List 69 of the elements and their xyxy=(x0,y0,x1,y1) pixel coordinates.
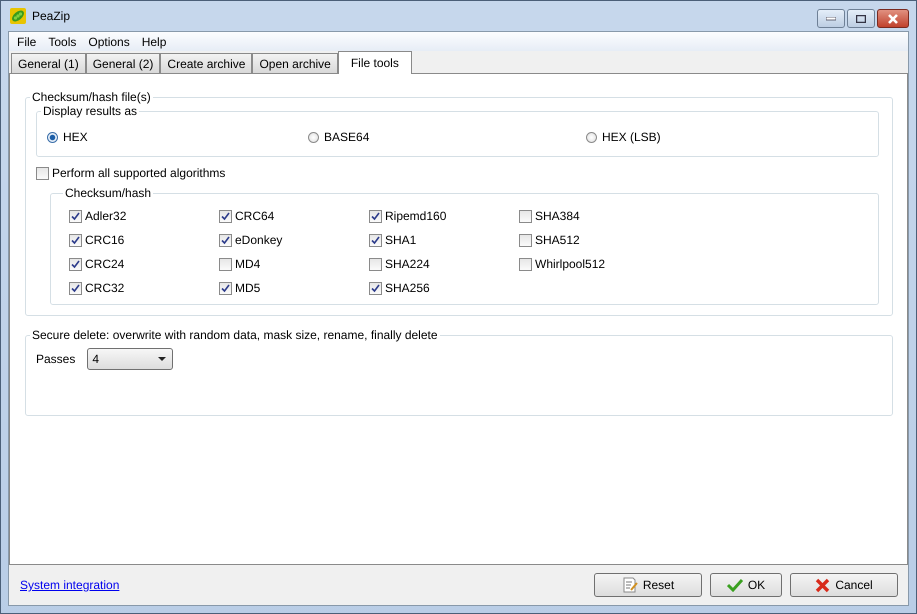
checkbox-label: CRC32 xyxy=(85,281,124,295)
checkbox-label: SHA1 xyxy=(385,233,416,247)
radio-label: HEX (LSB) xyxy=(602,130,661,144)
group-title: Secure delete: overwrite with random data, mask size, rename, finally delete xyxy=(31,328,439,342)
radio-button[interactable] xyxy=(308,132,319,142)
close-button[interactable] xyxy=(877,9,909,28)
cancel-button[interactable]: Cancel xyxy=(790,573,898,597)
tab[interactable]: Create archive xyxy=(160,53,252,73)
group-title: Checksum/hash xyxy=(64,186,152,200)
app-icon xyxy=(10,8,26,24)
checkbox[interactable] xyxy=(219,210,232,222)
minimize-icon xyxy=(826,16,836,20)
tab[interactable]: File tools xyxy=(338,51,412,74)
checkbox[interactable] xyxy=(519,234,532,246)
checkbox-label: Adler32 xyxy=(85,209,126,223)
checkbox-label: SHA256 xyxy=(385,281,430,295)
checkbox-label: Whirlpool512 xyxy=(535,257,606,271)
minimize-button[interactable] xyxy=(817,9,845,28)
group-title: Checksum/hash file(s) xyxy=(31,90,152,104)
checkbox-label: Ripemd160 xyxy=(385,209,446,223)
checkbox[interactable] xyxy=(36,166,49,180)
checkbox-label: CRC16 xyxy=(85,233,124,247)
checkbox[interactable] xyxy=(69,258,82,270)
maximize-button[interactable] xyxy=(847,9,875,28)
menu-item[interactable]: Options xyxy=(82,34,136,48)
checkbox-label: MD4 xyxy=(235,257,260,271)
checkmark-icon xyxy=(726,578,743,592)
checkbox[interactable] xyxy=(369,282,382,294)
tab[interactable]: Open archive xyxy=(252,53,338,73)
tab[interactable]: General (2) xyxy=(86,53,160,73)
checkbox-label: MD5 xyxy=(235,281,260,295)
radio-button[interactable] xyxy=(47,132,58,142)
system-integration-link[interactable]: System integration xyxy=(20,578,120,592)
checkbox-label: CRC64 xyxy=(235,209,274,223)
passes-dropdown[interactable]: 4 xyxy=(87,348,174,370)
checkbox[interactable] xyxy=(519,258,532,270)
tab[interactable]: General (1) xyxy=(11,53,86,73)
checkbox-label: eDonkey xyxy=(235,233,282,247)
menu-item[interactable]: Tools xyxy=(42,34,82,48)
checkbox[interactable] xyxy=(219,234,232,246)
checkbox[interactable] xyxy=(69,234,82,246)
checkbox[interactable] xyxy=(519,210,532,222)
checkbox[interactable] xyxy=(369,210,382,222)
menu-item[interactable]: Help xyxy=(136,34,172,48)
ok-button[interactable]: OK xyxy=(710,573,782,597)
close-icon xyxy=(887,14,899,24)
maximize-icon xyxy=(856,14,866,22)
checkbox-label: CRC24 xyxy=(85,257,124,271)
window-title: PeaZip xyxy=(32,9,70,23)
passes-label: Passes xyxy=(36,352,76,366)
checkbox-label: SHA384 xyxy=(535,209,580,223)
checkbox[interactable] xyxy=(69,282,82,294)
checkbox[interactable] xyxy=(369,234,382,246)
checkbox[interactable] xyxy=(219,282,232,294)
checkbox[interactable] xyxy=(69,210,82,222)
checkbox[interactable] xyxy=(219,258,232,270)
checkbox-label: SHA224 xyxy=(385,257,430,271)
radio-label: BASE64 xyxy=(324,130,370,144)
cross-icon xyxy=(815,578,830,592)
checkbox[interactable] xyxy=(369,258,382,270)
checkbox-label: Perform all supported algorithms xyxy=(52,166,226,180)
group-title: Display results as xyxy=(42,104,138,118)
reset-button[interactable]: Reset xyxy=(594,573,702,597)
menu-item[interactable]: File xyxy=(11,34,42,48)
radio-label: HEX xyxy=(63,130,88,144)
document-pencil-icon xyxy=(622,577,638,593)
caret-icon xyxy=(158,357,166,361)
checkbox-label: SHA512 xyxy=(535,233,580,247)
radio-button[interactable] xyxy=(586,132,597,142)
